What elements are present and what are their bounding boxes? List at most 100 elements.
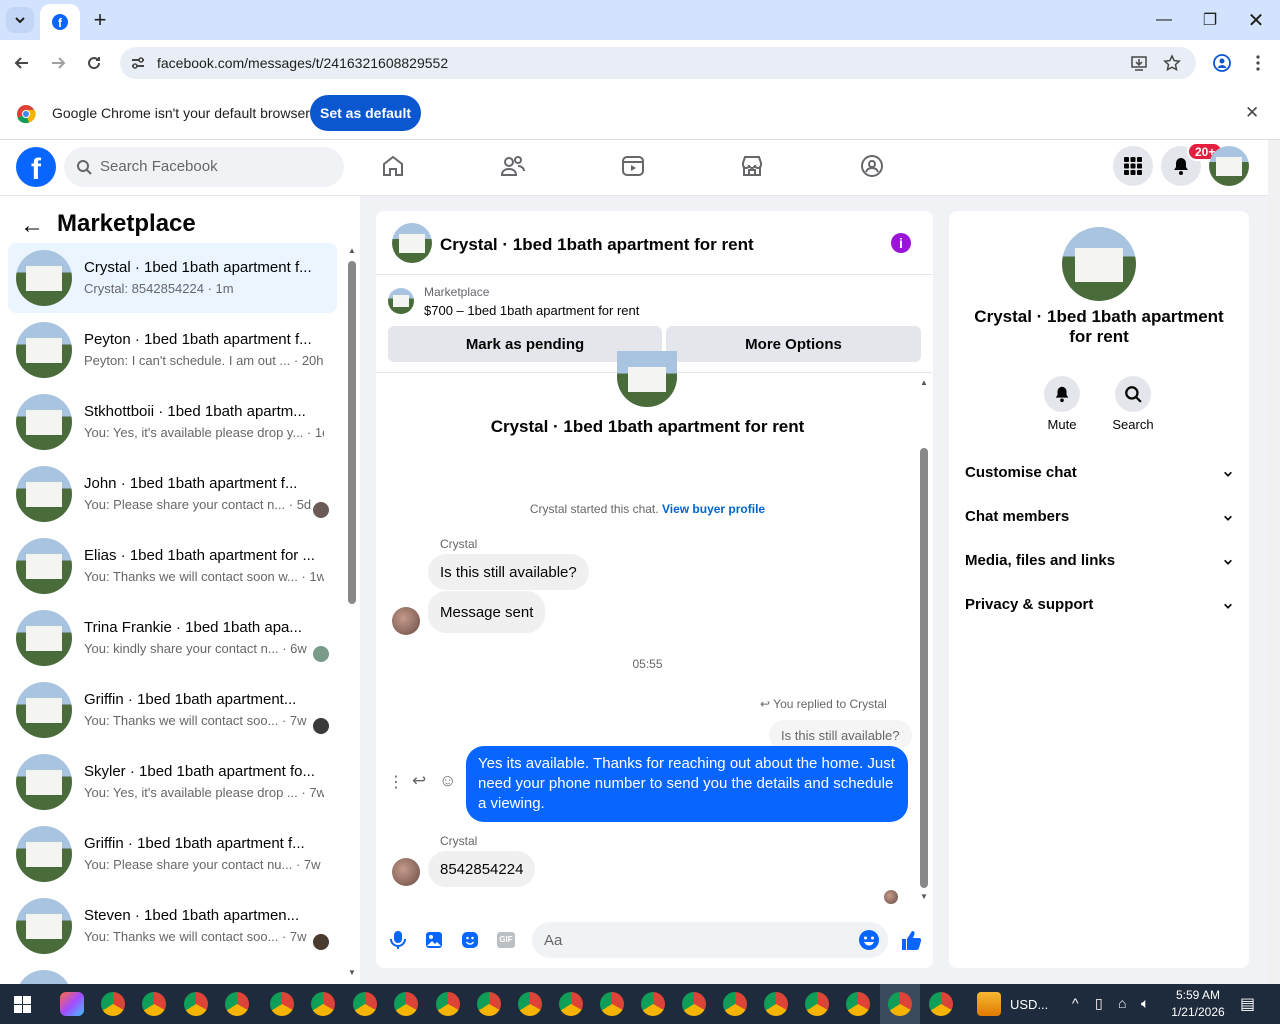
reply-icon[interactable]: ↩ [412, 771, 426, 791]
chrome-taskbar-icon[interactable] [600, 992, 624, 1016]
conversation-item[interactable]: Stkhottboii · 1bed 1bath apartm... You: … [8, 387, 337, 457]
conversation-item[interactable]: Peyton · 1bed 1bath apartment f... Peyto… [8, 315, 337, 385]
browser-tab-facebook[interactable]: f [40, 4, 80, 40]
message-more-icon[interactable]: ⋮ [388, 772, 404, 792]
close-infobar-icon[interactable]: ✕ [1245, 103, 1259, 123]
image-attach-icon[interactable] [423, 929, 445, 951]
scrollbar-thumb[interactable] [348, 261, 356, 604]
like-thumb-icon[interactable] [900, 929, 922, 951]
info-icon[interactable]: i [891, 233, 911, 253]
close-window-button[interactable]: ✕ [1244, 8, 1268, 32]
browser-menu-button[interactable] [1246, 51, 1270, 75]
chrome-taskbar-icon[interactable] [142, 992, 166, 1016]
privacy-support-item[interactable]: Privacy & support [965, 596, 1233, 616]
chat-members-item[interactable]: Chat members [965, 508, 1233, 528]
chrome-taskbar-icon[interactable] [436, 992, 460, 1016]
conversation-item[interactable]: Crystal · 1bed 1bath apartment f... Crys… [8, 243, 337, 313]
install-app-icon[interactable] [1130, 54, 1148, 72]
gif-icon[interactable]: GIF [495, 929, 517, 951]
conversation-item[interactable]: Griffin · 1bed 1bath apartment f... You:… [8, 819, 337, 889]
chrome-taskbar-icon[interactable] [394, 992, 418, 1016]
emoji-icon[interactable] [858, 929, 880, 951]
reload-button[interactable] [82, 51, 106, 75]
chrome-taskbar-icon[interactable] [270, 992, 294, 1016]
media-files-links-item[interactable]: Media, files and links [965, 552, 1233, 572]
chrome-taskbar-icon[interactable] [184, 992, 208, 1016]
video-nav-icon[interactable] [619, 152, 647, 180]
chrome-taskbar-icon[interactable] [641, 992, 665, 1016]
groups-nav-icon[interactable] [858, 152, 886, 180]
show-hidden-icons-icon[interactable]: ^ [1072, 995, 1079, 1011]
listing-thumbnail[interactable] [388, 288, 414, 314]
scroll-up-icon[interactable]: ▲ [920, 378, 928, 387]
conversation-item[interactable]: John · 1bed 1bath apartment f... You: Pl… [8, 459, 337, 529]
restore-button[interactable]: ❐ [1198, 8, 1222, 32]
chat-title[interactable]: Crystal · 1bed 1bath apartment for rent [440, 235, 754, 255]
chrome-taskbar-icon[interactable] [929, 992, 953, 1016]
search-in-chat-button[interactable] [1115, 376, 1151, 412]
conversation-item[interactable]: Griffin · 1bed 1bath apartment... You: T… [8, 675, 337, 745]
chrome-taskbar-icon[interactable] [477, 992, 501, 1016]
chrome-taskbar-icon[interactable] [559, 992, 583, 1016]
device-icon[interactable]: ▯ [1095, 995, 1103, 1012]
menu-grid-button[interactable] [1113, 146, 1153, 186]
back-button[interactable] [10, 51, 34, 75]
sender-avatar[interactable] [392, 607, 420, 635]
clock-time[interactable]: 5:59 AM [1173, 988, 1223, 1002]
incoming-message[interactable]: Message sent [428, 591, 546, 633]
new-tab-button[interactable]: + [88, 7, 112, 32]
contact-avatar[interactable] [1062, 227, 1136, 301]
conversation-list-scrollbar[interactable]: ▲ ▼ [347, 246, 357, 977]
network-icon[interactable]: ⌂ [1118, 995, 1126, 1011]
minimize-button[interactable]: — [1152, 8, 1176, 32]
back-arrow-icon[interactable]: ← [20, 212, 44, 240]
scroll-up-icon[interactable]: ▲ [348, 246, 356, 255]
react-emoji-icon[interactable]: ☺ [439, 771, 456, 791]
bookmark-star-icon[interactable] [1163, 54, 1181, 72]
tab-search-button[interactable] [6, 7, 34, 33]
conversation-item[interactable]: Steven · 1bed 1bath apartmen... You: Tha… [8, 891, 337, 961]
chrome-taskbar-icon[interactable] [225, 992, 249, 1016]
chat-scrollbar[interactable]: ▲ ▼ [919, 378, 929, 902]
incoming-message[interactable]: 8542854224 [428, 851, 536, 887]
address-bar[interactable]: facebook.com/messages/t/2416321608829552 [120, 47, 1196, 79]
friends-nav-icon[interactable] [499, 152, 527, 180]
customise-chat-item[interactable]: Customise chat [965, 464, 1233, 484]
chrome-taskbar-icon[interactable] [682, 992, 706, 1016]
outgoing-message[interactable]: Yes its available. Thanks for reaching o… [466, 746, 908, 822]
volume-icon[interactable]: 🔈︎ [1141, 995, 1149, 1012]
currency-widget-text[interactable]: USD... [1010, 997, 1048, 1012]
forward-button[interactable] [46, 51, 70, 75]
mute-button[interactable] [1044, 376, 1080, 412]
chrome-taskbar-icon[interactable] [518, 992, 542, 1016]
chrome-taskbar-icon[interactable] [723, 992, 747, 1016]
sticker-icon[interactable] [459, 929, 481, 951]
facebook-search-input[interactable]: Search Facebook [64, 147, 344, 187]
conversation-item[interactable]: Trina Frankie · 1bed 1bath apa... You: k… [8, 603, 337, 673]
windows-start-icon[interactable] [14, 996, 31, 1013]
conversation-item[interactable]: Skyler · 1bed 1bath apartment fo... You:… [8, 747, 337, 817]
notification-center-icon[interactable]: ▤ [1240, 994, 1255, 1014]
conversation-item[interactable]: Elias · 1bed 1bath apartment for ... You… [8, 531, 337, 601]
home-nav-icon[interactable] [379, 152, 407, 180]
message-input[interactable]: Aa [532, 922, 888, 958]
chrome-taskbar-icon[interactable] [805, 992, 829, 1016]
listing-title[interactable]: $700 – 1bed 1bath apartment for rent [424, 303, 639, 318]
more-options-button[interactable]: More Options [666, 326, 921, 362]
microphone-icon[interactable] [387, 929, 409, 951]
incoming-message[interactable]: Is this still available? [428, 554, 589, 590]
account-avatar[interactable] [1209, 146, 1249, 186]
chrome-taskbar-icon[interactable] [311, 992, 335, 1016]
chrome-taskbar-icon[interactable] [888, 992, 912, 1016]
facebook-logo-icon[interactable]: f [16, 147, 56, 187]
view-buyer-profile-link[interactable]: View buyer profile [662, 502, 765, 516]
chrome-taskbar-icon[interactable] [764, 992, 788, 1016]
scroll-down-icon[interactable]: ▼ [348, 968, 356, 977]
scroll-down-icon[interactable]: ▼ [920, 892, 928, 901]
chrome-taskbar-icon[interactable] [846, 992, 870, 1016]
profile-button[interactable] [1210, 51, 1234, 75]
clock-date[interactable]: 1/21/2026 [1168, 1005, 1228, 1019]
chat-avatar[interactable] [392, 223, 432, 263]
conversation-item[interactable] [8, 963, 337, 984]
sender-avatar[interactable] [392, 858, 420, 886]
